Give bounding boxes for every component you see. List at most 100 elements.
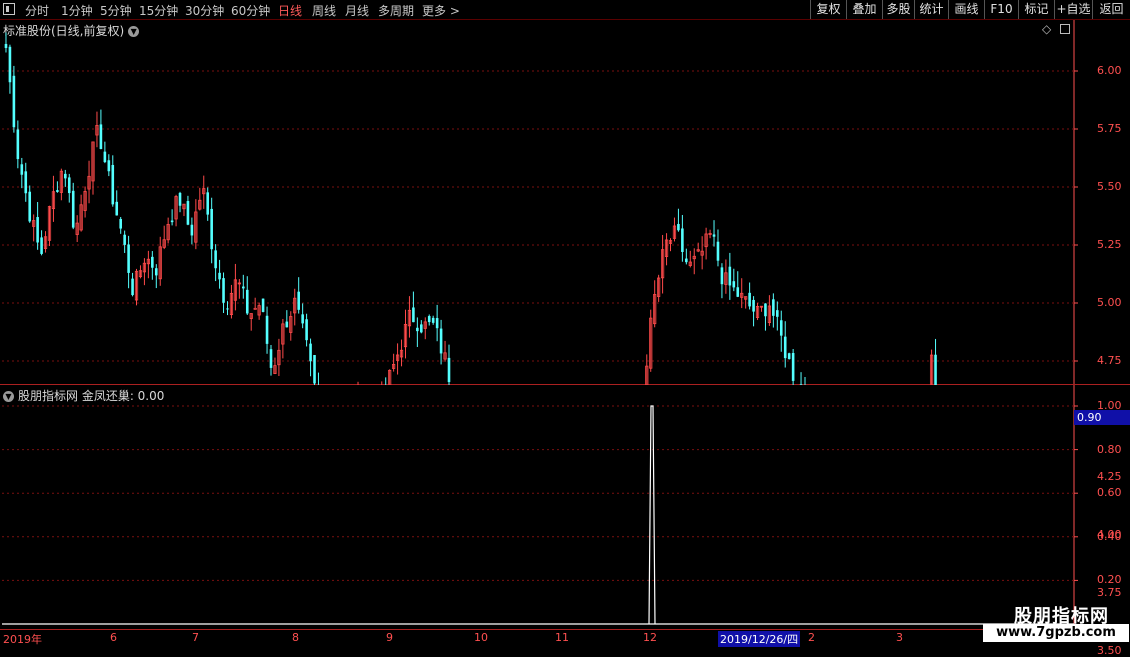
candle-body bbox=[111, 164, 115, 205]
candle-body bbox=[431, 317, 435, 323]
price-tick-label: 4.75 bbox=[1097, 354, 1122, 367]
candle-body bbox=[934, 354, 937, 385]
indicator-tick-label: 0.60 bbox=[1097, 486, 1122, 500]
mark-button[interactable]: 标记 bbox=[1018, 0, 1054, 19]
candle-body bbox=[4, 43, 8, 49]
candle-body bbox=[265, 315, 269, 344]
candle-body bbox=[787, 353, 791, 360]
indicator-tick-label: 0.80 bbox=[1097, 442, 1122, 456]
candle-body bbox=[736, 287, 740, 297]
add-watchlist-button[interactable]: +自选 bbox=[1054, 0, 1092, 19]
candle-body bbox=[64, 173, 67, 179]
candle-body bbox=[242, 286, 245, 289]
date-label-sep: 9 bbox=[386, 631, 393, 644]
stats-button[interactable]: 统计 bbox=[914, 0, 948, 19]
candle-body bbox=[716, 241, 720, 261]
candle-body bbox=[190, 224, 194, 236]
candle-body bbox=[779, 320, 783, 336]
candle-body bbox=[210, 208, 213, 250]
tab-multi-period[interactable]: 多周期 bbox=[378, 2, 414, 19]
candlestick-chart[interactable]: ←6.26←3.46 bbox=[0, 20, 1130, 385]
indicator-spike bbox=[648, 405, 656, 625]
candle-body bbox=[305, 319, 308, 341]
candle-body bbox=[99, 124, 103, 149]
draw-line-button[interactable]: 画线 bbox=[948, 0, 984, 19]
candle-body bbox=[728, 266, 732, 286]
tab-1min[interactable]: 1分钟 bbox=[61, 2, 93, 19]
date-label-feb: 2 bbox=[808, 631, 815, 644]
candle-body bbox=[131, 278, 134, 296]
date-label-jul: 7 bbox=[192, 631, 199, 644]
candle-body bbox=[222, 278, 225, 303]
date-label-year: 2019年 bbox=[3, 633, 42, 646]
candle-body bbox=[447, 357, 451, 383]
tab-15min[interactable]: 15分钟 bbox=[139, 2, 178, 19]
candle-body bbox=[439, 328, 443, 354]
tab-weekly[interactable]: 周线 bbox=[312, 2, 336, 19]
overlay-button[interactable]: 叠加 bbox=[846, 0, 882, 19]
indicator-chart[interactable] bbox=[0, 385, 1130, 630]
candle-body bbox=[16, 129, 20, 160]
candle-body bbox=[206, 192, 210, 215]
candle-body bbox=[214, 250, 217, 269]
candle-body bbox=[170, 220, 174, 223]
date-label-dec: 12 bbox=[643, 631, 657, 644]
candle-body bbox=[151, 256, 154, 268]
candle-body bbox=[261, 298, 265, 312]
date-label-nov: 11 bbox=[555, 631, 569, 644]
candle-body bbox=[154, 268, 158, 276]
candle-body bbox=[712, 234, 716, 237]
candle-body bbox=[253, 307, 257, 310]
candle-body bbox=[71, 190, 75, 228]
candle-body bbox=[435, 318, 439, 329]
date-axis bbox=[0, 629, 983, 651]
candle-body bbox=[12, 75, 16, 128]
candle-body bbox=[115, 201, 119, 216]
date-label-mar: 3 bbox=[896, 631, 903, 644]
candle-body bbox=[56, 190, 59, 192]
candle-body bbox=[783, 336, 787, 359]
candle-body bbox=[748, 292, 751, 307]
candle-body bbox=[107, 160, 111, 172]
price-tick-label: 5.00 bbox=[1097, 296, 1122, 309]
candle-body bbox=[40, 237, 43, 254]
indicator-tick-label: 0.20 bbox=[1097, 573, 1122, 587]
tab-30min[interactable]: 30分钟 bbox=[185, 2, 224, 19]
candle-body bbox=[764, 303, 767, 317]
candle-body bbox=[119, 218, 122, 229]
candle-body bbox=[677, 223, 680, 231]
candle-body bbox=[685, 258, 688, 263]
tab-60min[interactable]: 60分钟 bbox=[231, 2, 270, 19]
candle-body bbox=[28, 191, 32, 222]
tab-5min[interactable]: 5分钟 bbox=[100, 2, 132, 19]
price-tick-label: 5.50 bbox=[1097, 180, 1122, 193]
candle-body bbox=[24, 171, 28, 194]
multi-stock-button[interactable]: 多股 bbox=[882, 0, 914, 19]
candle-body bbox=[8, 46, 12, 83]
tab-monthly[interactable]: 月线 bbox=[345, 2, 369, 19]
candle-body bbox=[309, 343, 312, 362]
date-label-oct: 10 bbox=[474, 631, 488, 644]
candle-body bbox=[732, 281, 736, 288]
watermark-url: www.7gpzb.com bbox=[983, 624, 1129, 642]
tab-fenshi[interactable]: 分时 bbox=[25, 2, 49, 19]
candle-body bbox=[20, 164, 24, 175]
candle-body bbox=[285, 321, 289, 328]
f10-button[interactable]: F10 bbox=[984, 0, 1018, 19]
tab-more[interactable]: 更多 > bbox=[422, 2, 460, 19]
indicator-tick-label: 0.40 bbox=[1097, 529, 1122, 543]
candle-body bbox=[427, 316, 431, 323]
fuquan-button[interactable]: 复权 bbox=[810, 0, 846, 19]
candle-body bbox=[67, 177, 71, 194]
candle-body bbox=[772, 299, 775, 316]
price-tick-label: 3.50 bbox=[1097, 644, 1122, 657]
candle-body bbox=[36, 217, 39, 243]
tab-daily[interactable]: 日线 bbox=[278, 2, 302, 19]
back-button[interactable]: 返回 bbox=[1092, 0, 1130, 19]
candle-body bbox=[313, 355, 316, 384]
candle-body bbox=[420, 324, 423, 333]
indicator-current-value: 0.90 bbox=[1074, 410, 1130, 425]
menu-icon[interactable] bbox=[3, 3, 15, 15]
candle-body bbox=[269, 349, 273, 368]
candle-body bbox=[245, 289, 249, 314]
